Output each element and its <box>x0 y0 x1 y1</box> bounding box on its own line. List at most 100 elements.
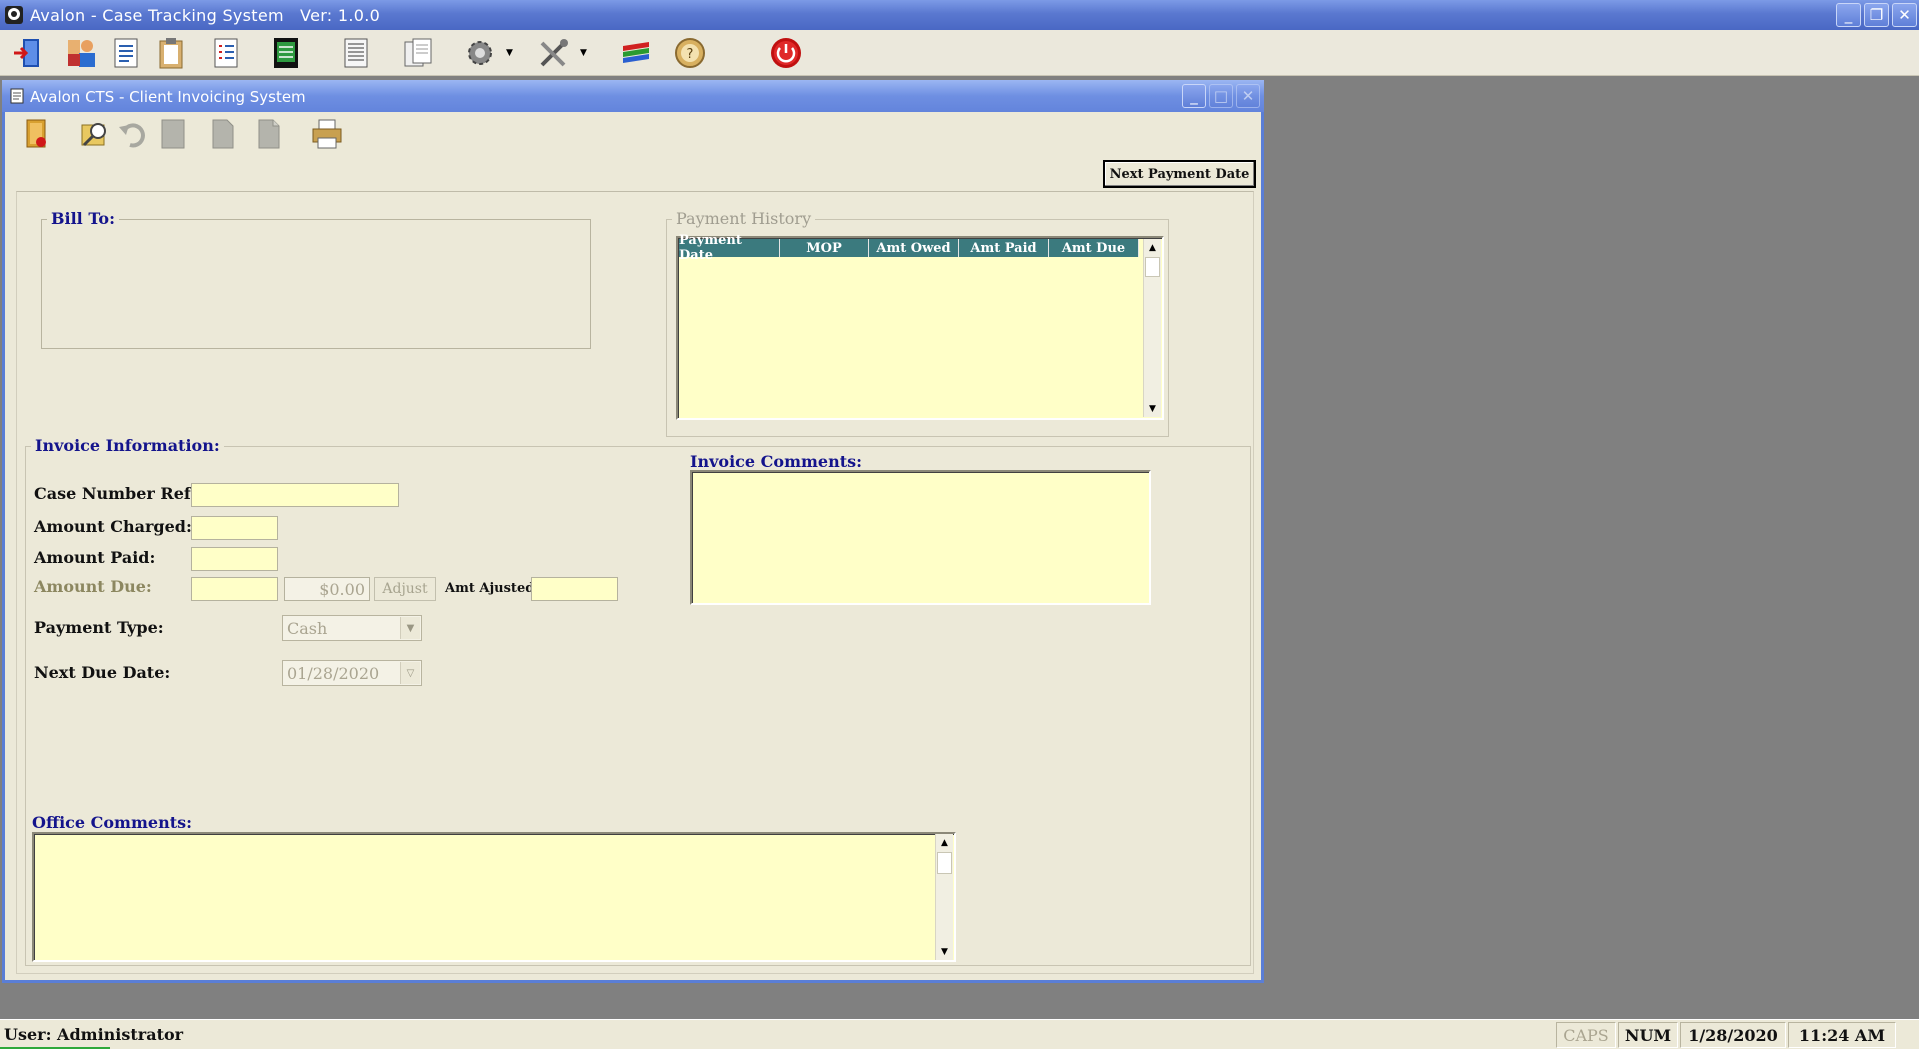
minimize-icon: _ <box>1190 87 1198 105</box>
child-maximize-button[interactable]: □ <box>1209 84 1233 108</box>
checklist-button[interactable] <box>206 34 246 72</box>
amount-paid-input[interactable] <box>191 547 278 571</box>
scroll-down-icon[interactable]: ▼ <box>1144 400 1161 417</box>
close-form-button[interactable] <box>17 115 57 153</box>
ledger-icon <box>274 38 298 68</box>
office-comments-scrollbar[interactable]: ▲ ▼ <box>935 834 953 960</box>
power-button[interactable] <box>766 34 806 72</box>
app-titlebar: Avalon - Case Tracking System Ver: 1.0.0… <box>0 0 1919 30</box>
scroll-up-icon[interactable]: ▲ <box>1144 239 1161 256</box>
gear-icon <box>468 41 492 65</box>
copy-page-button[interactable] <box>249 115 289 153</box>
invoicing-window: Avalon CTS - Client Invoicing System _ □… <box>2 80 1264 983</box>
column-header-amt-paid[interactable]: Amt Paid <box>959 239 1049 257</box>
column-header-amt-due[interactable]: Amt Due <box>1049 239 1139 257</box>
tools-button[interactable] <box>534 34 574 72</box>
payment-type-label: Payment Type: <box>34 618 164 637</box>
amount-charged-label: Amount Charged: <box>34 517 192 536</box>
payment-type-value: Cash <box>287 619 328 638</box>
scroll-down-icon[interactable]: ▼ <box>936 943 953 960</box>
clipboard-button[interactable] <box>152 34 192 72</box>
tools-dropdown-arrow[interactable]: ▼ <box>580 48 590 58</box>
app-minimize-button[interactable]: _ <box>1836 3 1861 27</box>
office-comments-label: Office Comments: <box>32 813 193 832</box>
amount-charged-input[interactable] <box>191 516 278 540</box>
adjust-button[interactable]: Adjust <box>374 577 436 601</box>
app-close-button[interactable]: ✕ <box>1892 3 1917 27</box>
ledger-button[interactable] <box>266 34 306 72</box>
search-button[interactable] <box>75 115 115 153</box>
invoicing-window-titlebar: Avalon CTS - Client Invoicing System _ □… <box>2 80 1264 112</box>
color-books-icon <box>623 42 649 63</box>
amt-adjusted-label: Amt Ajusted: <box>445 581 540 596</box>
case-number-input[interactable] <box>191 483 399 507</box>
pages-icon <box>404 38 432 67</box>
app-logo-icon <box>5 6 23 24</box>
child-minimize-button[interactable]: _ <box>1182 84 1206 108</box>
main-toolbar: ▼ ▼ ? <box>0 30 1919 76</box>
status-num: NUM <box>1618 1022 1678 1048</box>
child-close-button[interactable]: ✕ <box>1236 84 1260 108</box>
column-header-mop[interactable]: MOP <box>780 239 869 257</box>
blank-page-button[interactable] <box>153 115 193 153</box>
blank-page-icon <box>161 119 185 149</box>
invoice-comments-textarea[interactable] <box>690 470 1151 605</box>
scroll-thumb[interactable] <box>937 852 952 874</box>
invoicing-window-title: Avalon CTS - Client Invoicing System <box>30 88 306 106</box>
checklist-icon <box>214 38 238 68</box>
chevron-down-icon[interactable]: ▼ <box>400 617 420 639</box>
restore-icon: ❐ <box>1869 6 1884 24</box>
exit-door-icon <box>14 39 39 67</box>
new-page-button[interactable] <box>203 115 243 153</box>
books-button[interactable] <box>616 34 656 72</box>
svg-text:?: ? <box>687 47 694 62</box>
settings-button[interactable] <box>460 34 500 72</box>
calendar-dropdown-icon[interactable]: ▽ <box>400 662 420 684</box>
print-button[interactable] <box>307 115 347 153</box>
column-header-amt-owed[interactable]: Amt Owed <box>869 239 959 257</box>
amount-paid-label: Amount Paid: <box>34 548 156 567</box>
clipboard-icon <box>159 38 183 69</box>
app-restore-button[interactable]: ❐ <box>1864 3 1889 27</box>
settings-dropdown-arrow[interactable]: ▼ <box>506 48 516 58</box>
scroll-up-icon[interactable]: ▲ <box>936 834 953 851</box>
close-form-icon <box>26 119 46 148</box>
payment-history-header: Payment Date MOP Amt Owed Amt Paid Amt D… <box>679 233 1139 263</box>
payment-history-grid[interactable]: Payment Date MOP Amt Owed Amt Paid Amt D… <box>676 233 1164 420</box>
amount-due-label: Amount Due: <box>34 577 152 596</box>
invoicing-toolbar <box>13 113 1253 157</box>
status-caps: CAPS <box>1556 1022 1616 1048</box>
undo-icon <box>119 123 145 148</box>
document-button[interactable] <box>106 34 146 72</box>
bill-to-group: Bill To: <box>41 209 591 349</box>
app-window-controls: _ ❐ ✕ <box>1836 3 1917 27</box>
child-window-controls: _ □ ✕ <box>1182 84 1260 108</box>
users-icon <box>68 40 95 67</box>
payment-history-scrollbar[interactable]: ▲ ▼ <box>1143 239 1161 417</box>
help-icon: ? <box>675 38 705 68</box>
status-bar: User: Administrator CAPS NUM 1/28/2020 1… <box>0 1019 1919 1049</box>
app-title: Avalon - Case Tracking System Ver: 1.0.0 <box>30 6 381 25</box>
next-due-date-picker[interactable]: 01/28/2020 ▽ <box>282 660 422 686</box>
office-comments-box: ▲ ▼ <box>32 832 956 962</box>
report-button[interactable] <box>336 34 376 72</box>
status-user: User: Administrator <box>4 1025 184 1044</box>
invoice-information-group: Invoice Information: Case Number Ref: Am… <box>25 436 1251 966</box>
users-button[interactable] <box>62 34 102 72</box>
pages-button[interactable] <box>398 34 438 72</box>
amount-due-input[interactable] <box>191 577 278 601</box>
next-payment-date-button[interactable]: Next Payment Date <box>1103 160 1256 188</box>
undo-button[interactable] <box>113 115 153 153</box>
invoice-panel: Bill To: Payment History Payment Date MO… <box>16 191 1254 974</box>
scroll-thumb[interactable] <box>1145 257 1160 277</box>
amt-adjusted-input[interactable] <box>531 577 618 601</box>
office-comments-textarea[interactable] <box>34 834 934 960</box>
new-page-icon <box>212 119 234 149</box>
column-header-payment-date[interactable]: Payment Date <box>679 233 780 263</box>
exit-button[interactable] <box>8 34 48 72</box>
payment-history-legend: Payment History <box>672 209 816 228</box>
help-button[interactable]: ? <box>670 34 710 72</box>
invoice-comments-label: Invoice Comments: <box>690 452 863 471</box>
print-icon <box>312 119 342 149</box>
payment-type-select[interactable]: Cash ▼ <box>282 615 422 641</box>
